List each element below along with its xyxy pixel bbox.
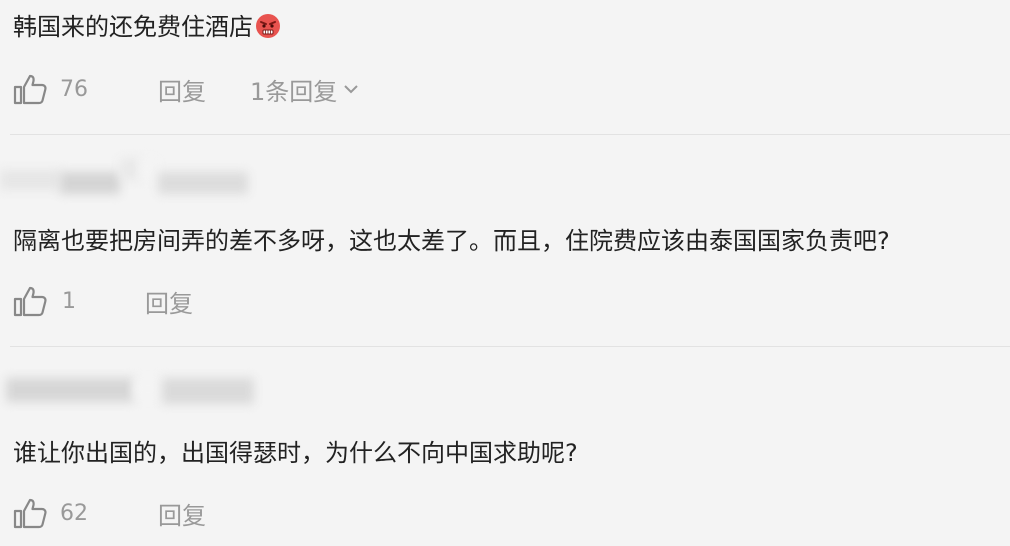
like-count: 62 [60,500,88,526]
comment-divider [10,134,1010,135]
reply-button[interactable]: 回复 [158,496,206,531]
comment-divider [10,346,1010,347]
thumbs-up-icon [13,498,47,529]
angry-face-emoji-icon [256,14,280,38]
blurred-username [0,158,248,194]
like-count: 76 [60,76,88,102]
thumbs-up-icon [13,74,47,105]
comment-text: 韩国来的还免费住酒店 [13,12,281,42]
blurred-username [6,378,254,404]
comment-actions: 1 回复 [12,284,512,318]
view-replies-label: 1条回复 [250,77,338,106]
thumbs-up-icon [13,286,47,317]
comment-actions: 62 回复 [12,496,512,530]
comment-text: 谁让你出国的，出国得瑟时，为什么不向中国求助呢? [13,439,578,467]
view-replies-button[interactable]: 1条回复 [250,72,359,107]
comment-text-content: 韩国来的还免费住酒店 [13,13,253,41]
like-count: 1 [62,288,76,314]
like-button[interactable]: 76 [12,72,88,106]
reply-button[interactable]: 回复 [158,72,206,107]
like-button[interactable]: 62 [12,496,88,530]
reply-button[interactable]: 回复 [145,284,193,319]
comment-actions: 76 回复 1条回复 [12,72,512,106]
comment-text: 隔离也要把房间弄的差不多呀，这也太差了。而且，住院费应该由泰国国家负责吧? [13,227,890,255]
like-button[interactable]: 1 [12,284,76,318]
chevron-down-icon [344,85,358,94]
